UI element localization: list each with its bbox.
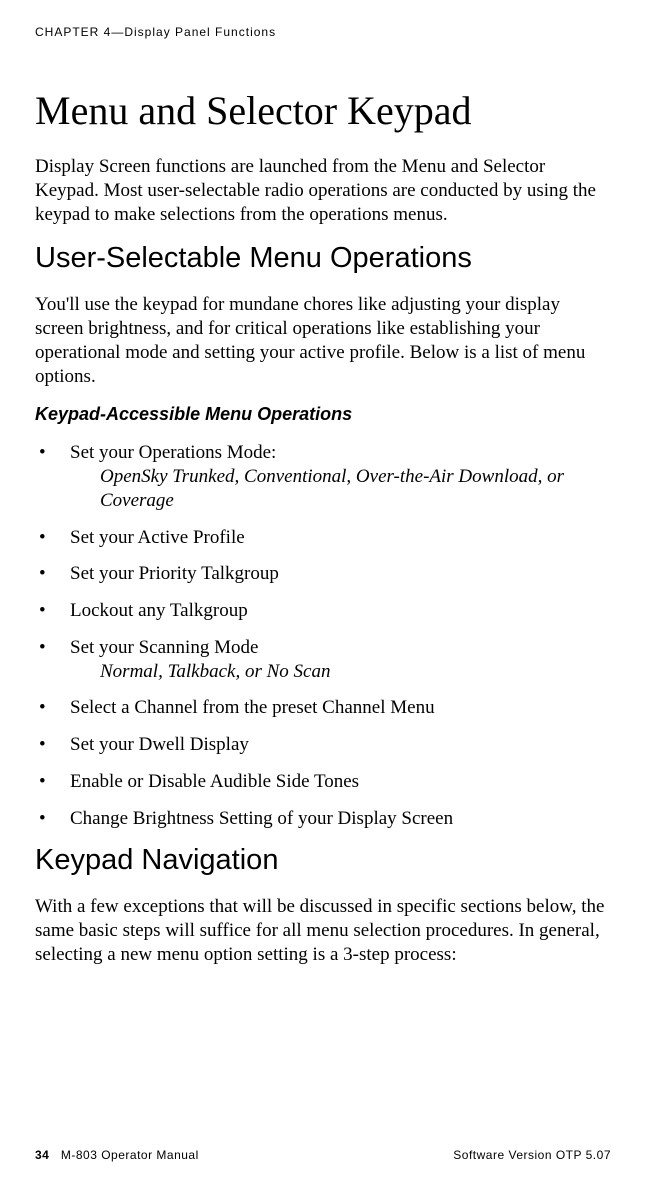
list-item-text: Set your Scanning Mode [70,637,258,658]
footer-page-number: 34 [35,1148,49,1162]
page-footer: 34 M-803 Operator Manual Software Versio… [35,1148,611,1162]
page: CHAPTER 4—Display Panel Functions Menu a… [0,0,646,1196]
list-item-text: Enable or Disable Audible Side Tones [70,771,359,792]
intro-paragraph: Display Screen functions are launched fr… [35,155,611,226]
list-item-text: Set your Active Profile [70,527,245,548]
list-item: Set your Priority Talkgroup [35,562,611,586]
list-item-text: Set your Priority Talkgroup [70,563,279,584]
list-item: Change Brightness Setting of your Displa… [35,807,611,831]
footer-manual-label: M-803 Operator Manual [61,1148,199,1162]
list-item-text: Change Brightness Setting of your Displa… [70,808,453,829]
chapter-header: CHAPTER 4—Display Panel Functions [35,25,611,39]
list-item: Set your Scanning Mode Normal, Talkback,… [35,636,611,684]
list-item-subtext: OpenSky Trunked, Conventional, Over-the-… [70,465,611,513]
section-title-keypad-navigation: Keypad Navigation [35,844,611,877]
section-title-user-selectable: User-Selectable Menu Operations [35,242,611,275]
main-title: Menu and Selector Keypad [35,89,611,133]
list-item: Set your Operations Mode: OpenSky Trunke… [35,441,611,512]
bullet-list: Set your Operations Mode: OpenSky Trunke… [35,441,611,830]
list-item: Enable or Disable Audible Side Tones [35,770,611,794]
list-item-text: Set your Dwell Display [70,734,249,755]
list-item-text: Set your Operations Mode: [70,442,276,463]
footer-left: 34 M-803 Operator Manual [35,1148,199,1162]
section2-paragraph: With a few exceptions that will be discu… [35,895,611,966]
list-item: Select a Channel from the preset Channel… [35,696,611,720]
list-item: Lockout any Talkgroup [35,599,611,623]
list-item-text: Select a Channel from the preset Channel… [70,697,435,718]
subheading-keypad-accessible: Keypad-Accessible Menu Operations [35,404,611,425]
footer-right: Software Version OTP 5.07 [453,1148,611,1162]
section1-paragraph: You'll use the keypad for mundane chores… [35,293,611,388]
list-item-text: Lockout any Talkgroup [70,600,248,621]
list-item: Set your Dwell Display [35,733,611,757]
list-item-subtext: Normal, Talkback, or No Scan [70,660,611,684]
list-item: Set your Active Profile [35,526,611,550]
